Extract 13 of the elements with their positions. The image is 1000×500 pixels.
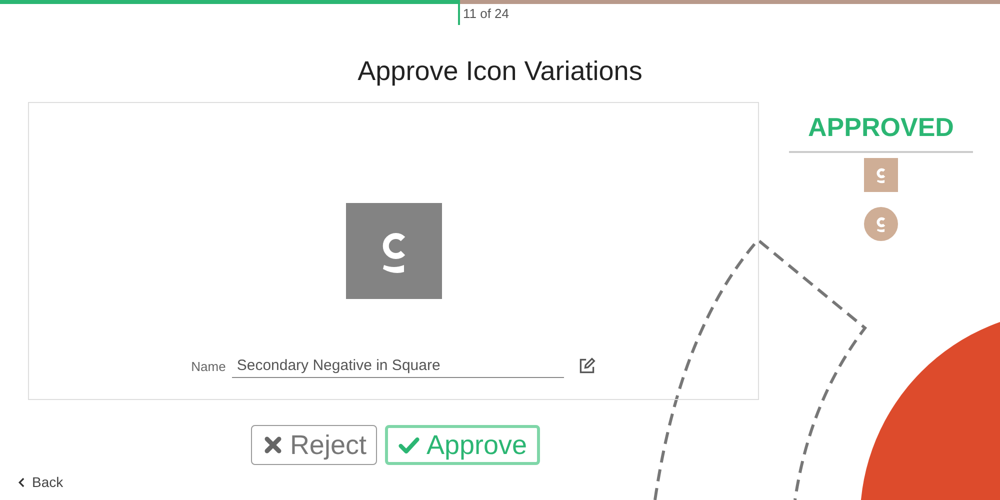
name-field[interactable]: Secondary Negative in Square <box>232 354 564 378</box>
logo-circle-icon <box>864 207 898 241</box>
chevron-left-icon <box>18 476 26 488</box>
logo-square-icon <box>864 158 898 192</box>
reject-button[interactable]: Reject <box>250 425 378 465</box>
name-label: Name <box>191 358 226 374</box>
page-title: Approve Icon Variations <box>356 56 644 87</box>
approved-heading: APPROVED <box>789 102 973 153</box>
edit-icon[interactable] <box>578 357 596 375</box>
checkmark-icon <box>398 435 420 455</box>
logo-preview-icon <box>346 203 442 299</box>
progress-counter: 11 of 24 <box>458 4 510 25</box>
back-link[interactable]: Back <box>18 474 64 490</box>
